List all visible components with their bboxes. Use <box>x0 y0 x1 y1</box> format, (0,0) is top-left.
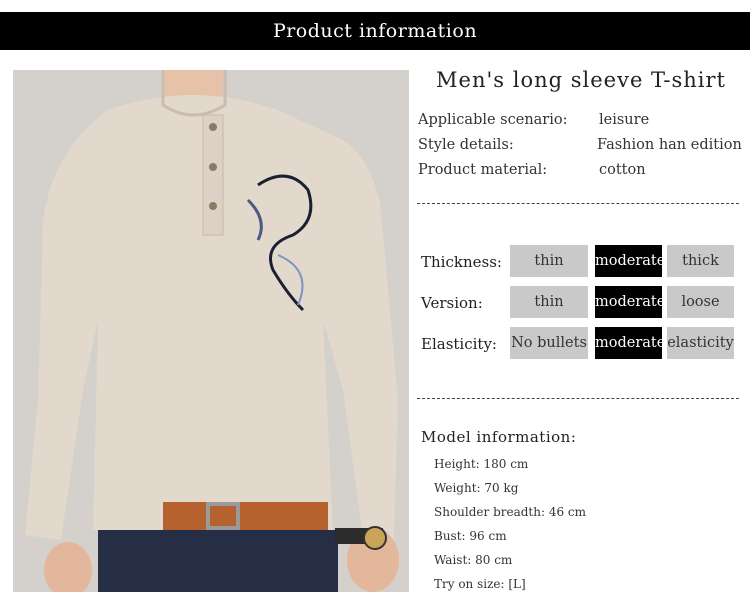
spec-value: Fashion han edition <box>597 137 742 153</box>
option-thickness-thick[interactable]: thick <box>667 245 734 277</box>
spec-key: Applicable scenario: <box>418 112 568 128</box>
attribute-label-elasticity: Elasticity: <box>421 335 497 353</box>
option-version-loose[interactable]: loose <box>667 286 734 318</box>
option-elasticity-moderate[interactable]: moderate <box>595 327 662 359</box>
divider <box>417 398 739 399</box>
model-size: Try on size: [L] <box>434 577 526 591</box>
spec-value: leisure <box>599 112 650 128</box>
divider <box>417 203 739 204</box>
spec-value: cotton <box>599 162 646 178</box>
model-shoulder: Shoulder breadth: 46 cm <box>434 505 587 519</box>
option-version-moderate[interactable]: moderate <box>595 286 662 318</box>
model-info-title: Model information: <box>421 428 577 446</box>
option-version-thin[interactable]: thin <box>510 286 588 318</box>
model-waist: Waist: 80 cm <box>434 553 513 567</box>
attribute-label-thickness: Thickness: <box>421 253 502 271</box>
spec-key: Product material: <box>418 162 548 178</box>
section-header: Product information <box>0 12 750 50</box>
model-weight: Weight: 70 kg <box>434 481 519 495</box>
option-elasticity-elasticity[interactable]: elasticity <box>667 327 734 359</box>
product-title: Men's long sleeve T-shirt <box>436 68 726 92</box>
product-photo <box>13 70 409 592</box>
option-thickness-moderate[interactable]: moderate <box>595 245 662 277</box>
model-height: Height: 180 cm <box>434 457 529 471</box>
option-thickness-thin[interactable]: thin <box>510 245 588 277</box>
spec-key: Style details: <box>418 137 514 153</box>
attribute-label-version: Version: <box>421 294 483 312</box>
model-bust: Bust: 96 cm <box>434 529 507 543</box>
option-elasticity-no-bullets[interactable]: No bullets <box>510 327 588 359</box>
